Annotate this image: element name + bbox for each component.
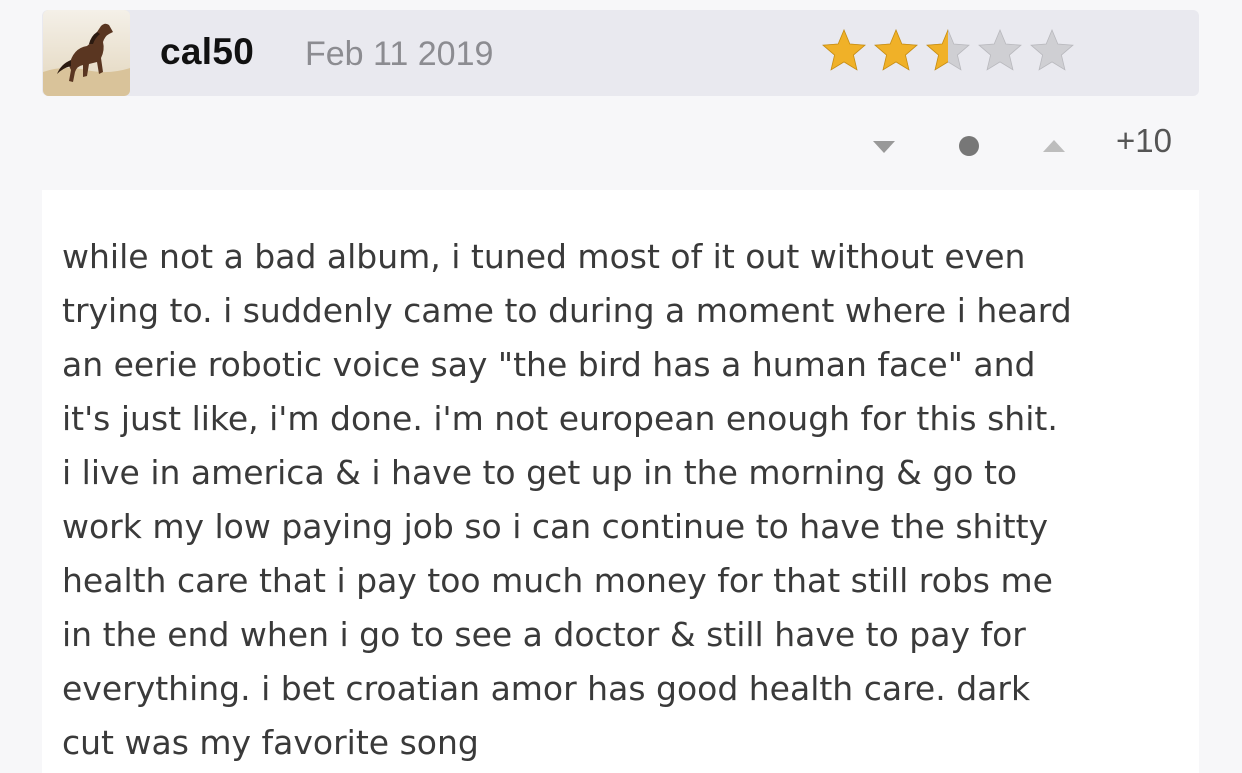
- horse-avatar-icon: [43, 10, 130, 96]
- review-date: Feb 11 2019: [305, 35, 494, 73]
- user-avatar[interactable]: [43, 10, 130, 96]
- review-body: while not a bad album, i tuned most of i…: [42, 190, 1199, 773]
- vote-neutral-button[interactable]: [956, 133, 982, 159]
- vote-score: +10: [1116, 122, 1172, 159]
- vote-up-button[interactable]: [1040, 132, 1068, 160]
- star-rating-graphic: [822, 28, 1074, 71]
- vote-down-button[interactable]: [870, 132, 898, 160]
- triangle-up-icon: [1043, 140, 1065, 152]
- username[interactable]: cal50: [160, 30, 254, 74]
- vote-bar: +10: [860, 118, 1190, 168]
- triangle-down-icon: [873, 141, 895, 153]
- star-fill-2: [874, 28, 918, 71]
- star-fill-1: [822, 28, 866, 71]
- star-icon-5: [1030, 28, 1074, 71]
- dot-icon: [959, 136, 979, 156]
- star-rating: [818, 27, 1086, 77]
- review-text: while not a bad album, i tuned most of i…: [62, 237, 1072, 762]
- star-icon-4: [978, 28, 1022, 71]
